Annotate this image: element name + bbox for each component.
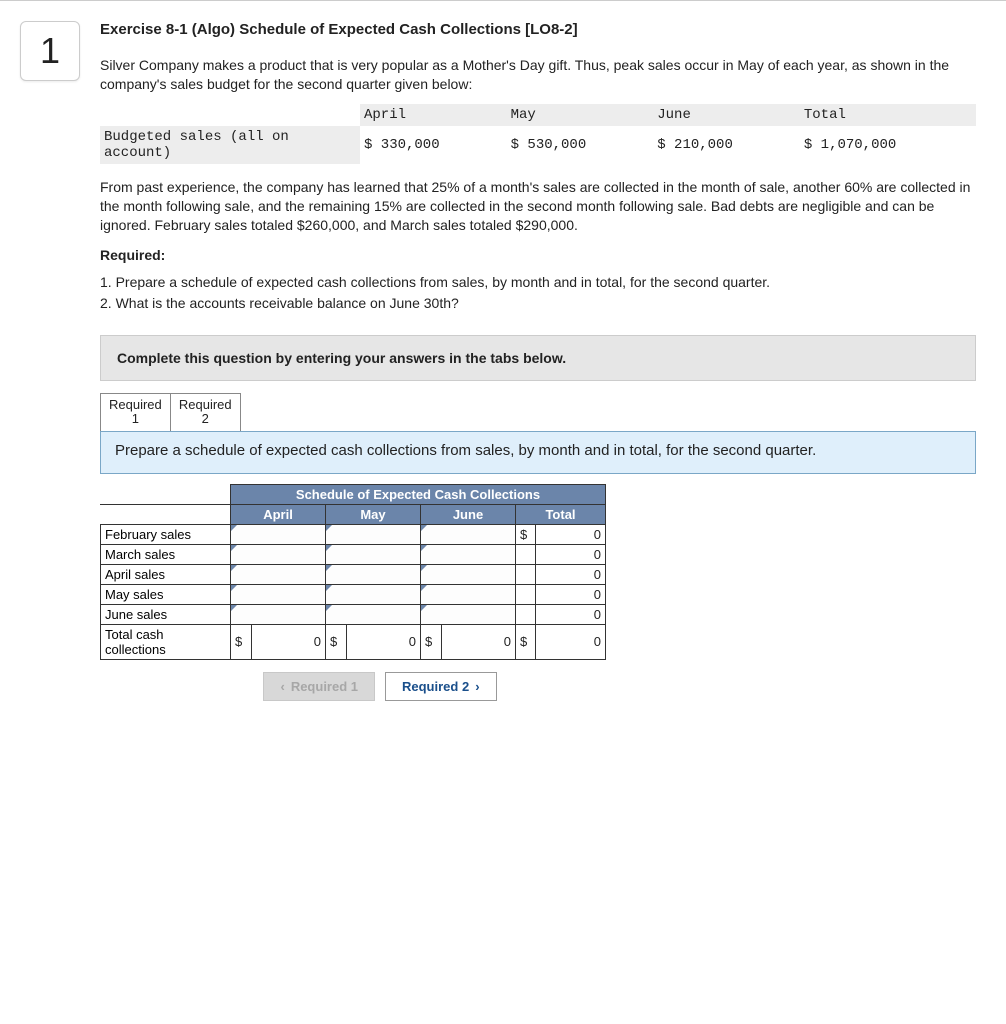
row-label: Total cash collections [101, 624, 231, 659]
chevron-left-icon: ‹ [280, 679, 284, 694]
ws-col-june: June [421, 504, 516, 524]
next-required-button[interactable]: Required 2 › [385, 672, 497, 701]
input-cell[interactable] [326, 604, 421, 624]
table-row: June sales 0 [101, 604, 606, 624]
row-label: May sales [101, 584, 231, 604]
budget-col-total: Total [800, 104, 976, 126]
currency-symbol: $ [231, 624, 252, 659]
ws-col-may: May [326, 504, 421, 524]
question-number-badge: 1 [20, 21, 80, 81]
input-cell[interactable] [326, 544, 421, 564]
input-cell[interactable] [231, 544, 326, 564]
table-row: March sales 0 [101, 544, 606, 564]
prev-label: Required 1 [291, 679, 358, 694]
worksheet-table: Schedule of Expected Cash Collections Ap… [100, 484, 606, 660]
row-total: 0 [536, 604, 606, 624]
required-label: Required: [100, 246, 976, 265]
ws-col-total: Total [516, 504, 606, 524]
input-cell[interactable] [231, 564, 326, 584]
input-cell[interactable] [421, 584, 516, 604]
budget-col-may: May [507, 104, 654, 126]
chevron-right-icon: › [475, 679, 479, 694]
row-total: 0 [536, 544, 606, 564]
experience-text: From past experience, the company has le… [100, 178, 976, 235]
tab-panel-instruction: Prepare a schedule of expected cash coll… [100, 431, 976, 474]
input-cell[interactable] [421, 564, 516, 584]
tabs: Required1 Required2 [100, 393, 976, 431]
row-label: April sales [101, 564, 231, 584]
input-cell[interactable] [421, 524, 516, 544]
col-total: 0 [536, 624, 606, 659]
table-row: February sales $ 0 [101, 524, 606, 544]
row-label: February sales [101, 524, 231, 544]
prev-required-button[interactable]: ‹ Required 1 [263, 672, 375, 701]
budget-col-june: June [653, 104, 800, 126]
row-total: 0 [536, 584, 606, 604]
required-item-2: 2. What is the accounts receivable balan… [100, 294, 976, 313]
budget-val-april: $ 330,000 [360, 126, 507, 164]
budget-val-total: $ 1,070,000 [800, 126, 976, 164]
currency-symbol: $ [326, 624, 347, 659]
input-cell[interactable] [231, 524, 326, 544]
input-cell[interactable] [326, 584, 421, 604]
currency-symbol: $ [516, 624, 536, 659]
budget-table: April May June Total Budgeted sales (all… [100, 104, 976, 164]
currency-symbol: $ [421, 624, 442, 659]
table-row-total: Total cash collections $ 0 $ 0 $ 0 $ 0 [101, 624, 606, 659]
table-row: May sales 0 [101, 584, 606, 604]
row-label: March sales [101, 544, 231, 564]
input-cell[interactable] [326, 564, 421, 584]
instruction-bar: Complete this question by entering your … [100, 335, 976, 381]
tab-required-2[interactable]: Required2 [171, 393, 241, 431]
col-total: 0 [252, 624, 326, 659]
budget-row-label: Budgeted sales (all on account) [100, 126, 360, 164]
input-cell[interactable] [421, 544, 516, 564]
col-total: 0 [442, 624, 516, 659]
budget-val-june: $ 210,000 [653, 126, 800, 164]
row-total: 0 [536, 564, 606, 584]
input-cell[interactable] [326, 524, 421, 544]
row-total: 0 [536, 524, 606, 544]
currency-symbol: $ [516, 524, 536, 544]
input-cell[interactable] [231, 604, 326, 624]
next-label: Required 2 [402, 679, 469, 694]
input-cell[interactable] [421, 604, 516, 624]
table-row: April sales 0 [101, 564, 606, 584]
input-cell[interactable] [231, 584, 326, 604]
required-item-1: 1. Prepare a schedule of expected cash c… [100, 273, 976, 292]
row-label: June sales [101, 604, 231, 624]
intro-text: Silver Company makes a product that is v… [100, 56, 976, 94]
ws-col-april: April [231, 504, 326, 524]
col-total: 0 [347, 624, 421, 659]
budget-col-april: April [360, 104, 507, 126]
tab-required-1[interactable]: Required1 [100, 393, 171, 431]
worksheet-title: Schedule of Expected Cash Collections [231, 484, 606, 504]
budget-val-may: $ 530,000 [507, 126, 654, 164]
exercise-title: Exercise 8-1 (Algo) Schedule of Expected… [100, 21, 976, 38]
